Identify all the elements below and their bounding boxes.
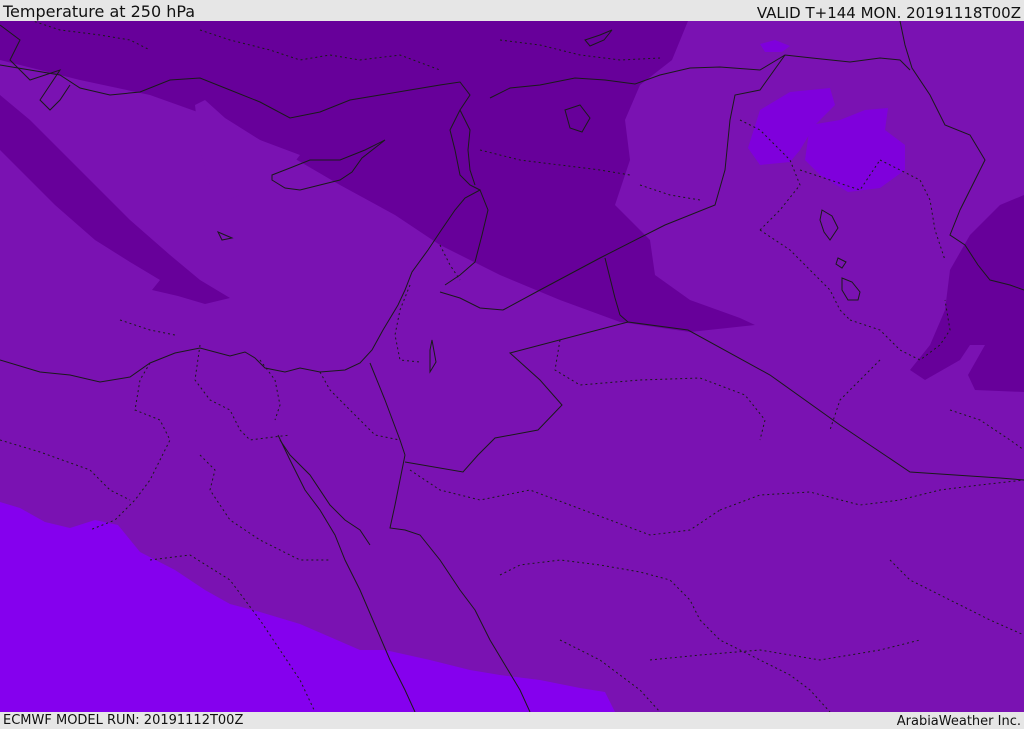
model-run: ECMWF MODEL RUN: 20191112T00Z xyxy=(3,713,244,728)
valid-time: VALID T+144 MON. 20191118T00Z xyxy=(756,4,1021,22)
weather-map[interactable] xyxy=(0,21,1024,712)
map-footer: ECMWF MODEL RUN: 20191112T00Z ArabiaWeat… xyxy=(0,712,1024,729)
credit: ArabiaWeather Inc. xyxy=(896,714,1021,729)
map-header: Temperature at 250 hPa VALID T+144 MON. … xyxy=(0,0,1024,22)
map-title: Temperature at 250 hPa xyxy=(3,2,196,21)
